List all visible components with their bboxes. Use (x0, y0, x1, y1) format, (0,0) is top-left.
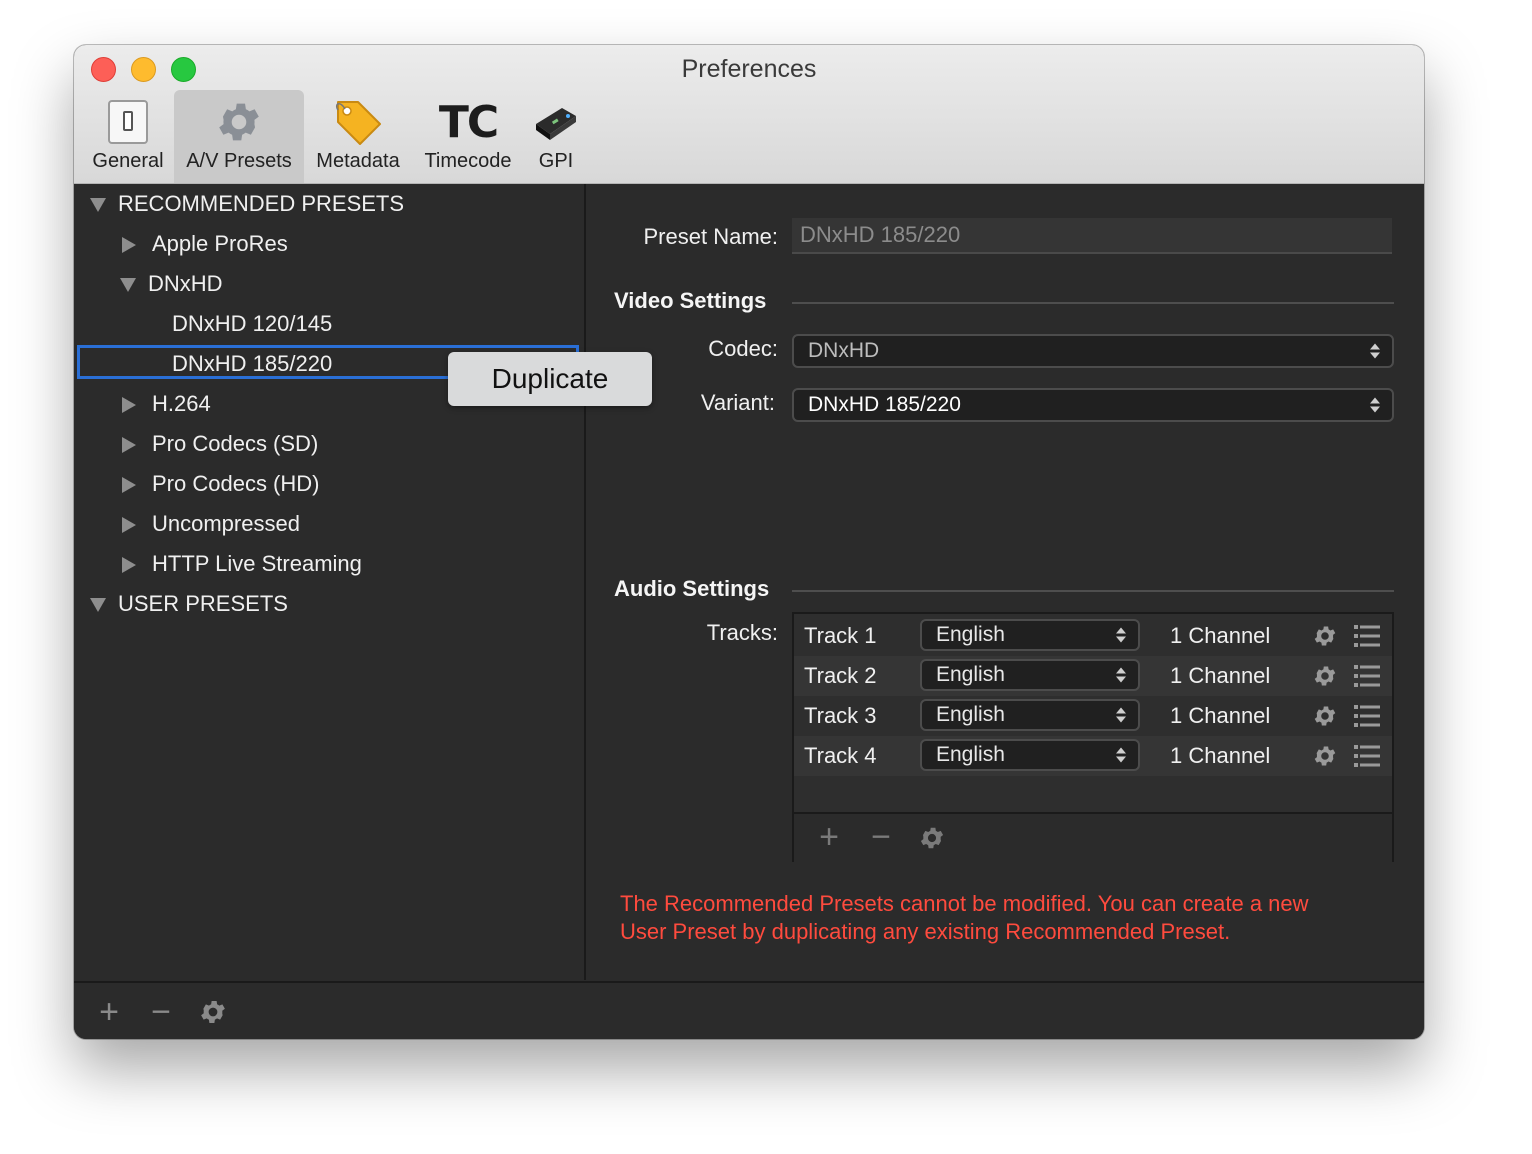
track-row[interactable]: Track 3 English 1 Channel (794, 696, 1392, 736)
track-row[interactable]: Track 4 English 1 Channel (794, 736, 1392, 776)
disclosure-right-icon[interactable] (122, 477, 136, 494)
recommended-presets-header[interactable]: RECOMMENDED PRESETS (90, 184, 404, 224)
tracks-footer: + − (794, 812, 1392, 862)
tree-item-h264[interactable]: H.264 (122, 384, 211, 424)
track-row[interactable]: Track 1 English 1 Channel (794, 616, 1392, 656)
read-only-warning: The Recommended Presets cannot be modifi… (620, 891, 1309, 944)
duplicate-tooltip[interactable]: Duplicate (448, 352, 652, 406)
channel-list-icon[interactable] (1354, 743, 1382, 769)
tc-icon: TC (418, 96, 518, 148)
track-channels: 1 Channel (1170, 663, 1271, 688)
remove-preset-button[interactable]: − (146, 995, 176, 1029)
track-language-popup[interactable]: English (920, 739, 1140, 771)
track-settings-gear-icon[interactable] (1312, 703, 1338, 729)
track-language-popup[interactable]: English (920, 699, 1140, 731)
add-preset-button[interactable]: + (94, 995, 124, 1029)
variant-popup[interactable]: DNxHD 185/220 (792, 388, 1394, 422)
toolbar-label: GPI (538, 150, 574, 172)
toolbar-label: Timecode (424, 150, 512, 172)
disclosure-down-icon[interactable] (120, 278, 136, 293)
toolbar-general[interactable]: General (84, 90, 172, 183)
tag-icon (308, 96, 408, 148)
track-channels: 1 Channel (1170, 623, 1271, 648)
add-track-button[interactable]: + (814, 820, 844, 854)
disclosure-right-icon[interactable] (122, 397, 136, 414)
toolbar-gpi[interactable]: GPI (526, 90, 586, 183)
popup-arrows-icon (1116, 628, 1126, 643)
toolbar-label: A/V Presets (186, 150, 292, 172)
tree-item-uncompressed[interactable]: Uncompressed (122, 504, 300, 544)
disclosure-right-icon[interactable] (122, 557, 136, 574)
tree-item-dnxhd-120-145[interactable]: DNxHD 120/145 (172, 304, 332, 344)
codec-popup[interactable]: DNxHD (792, 334, 1394, 368)
track-settings-gear-icon[interactable] (1312, 623, 1338, 649)
popup-arrows-icon (1116, 708, 1126, 723)
track-settings-gear-icon[interactable] (1312, 743, 1338, 769)
disclosure-down-icon[interactable] (90, 598, 106, 613)
divider (792, 302, 1394, 304)
preset-detail-pane: Preset Name: DNxHD 185/220 Video Setting… (586, 184, 1424, 980)
tree-item-http-live-streaming[interactable]: HTTP Live Streaming (122, 544, 362, 584)
title-bar: Preferences General A/V Presets Metadata… (74, 45, 1424, 184)
tree-item-dnxhd[interactable]: DNxHD (120, 264, 223, 304)
track-name: Track 4 (804, 743, 877, 768)
audio-settings-title: Audio Settings (614, 576, 770, 601)
channel-list-icon[interactable] (1354, 663, 1382, 689)
track-language-popup[interactable]: English (920, 659, 1140, 691)
codec-label: Codec: (708, 336, 778, 361)
track-channels: 1 Channel (1170, 703, 1271, 728)
disclosure-down-icon[interactable] (90, 198, 106, 213)
track-name: Track 3 (804, 703, 877, 728)
toolbar-metadata[interactable]: Metadata (308, 90, 408, 183)
disclosure-right-icon[interactable] (122, 437, 136, 454)
tracks-gear-icon[interactable] (918, 824, 946, 852)
preset-name-label: Preset Name: (643, 224, 779, 249)
track-name: Track 1 (804, 623, 877, 648)
preferences-window: Preferences General A/V Presets Metadata… (74, 45, 1424, 1039)
popup-arrows-icon (1116, 668, 1126, 683)
switch-icon (84, 96, 172, 148)
presets-sidebar: RECOMMENDED PRESETS Apple ProRes DNxHD D… (74, 184, 586, 980)
track-name: Track 2 (804, 663, 877, 688)
tree-item-dnxhd-185-220[interactable]: DNxHD 185/220 (172, 344, 332, 384)
preset-name-field[interactable]: DNxHD 185/220 (792, 218, 1392, 254)
gpi-box-icon (526, 96, 586, 148)
track-channels: 1 Channel (1170, 743, 1271, 768)
window-title: Preferences (681, 55, 817, 83)
preset-actions-gear-icon[interactable] (198, 997, 228, 1027)
disclosure-right-icon[interactable] (122, 517, 136, 534)
toolbar-label: Metadata (316, 150, 400, 172)
gear-icon (174, 96, 304, 148)
tracks-label: Tracks: (706, 620, 778, 645)
track-settings-gear-icon[interactable] (1312, 663, 1338, 689)
toolbar-av-presets[interactable]: A/V Presets (174, 90, 304, 183)
video-settings-title: Video Settings (614, 288, 767, 313)
toolbar-label: General (92, 150, 164, 172)
popup-arrows-icon (1370, 398, 1380, 413)
track-row[interactable]: Track 2 English 1 Channel (794, 656, 1392, 696)
remove-track-button[interactable]: − (866, 820, 896, 854)
user-presets-header[interactable]: USER PRESETS (90, 584, 288, 624)
tree-item-pro-codecs-sd[interactable]: Pro Codecs (SD) (122, 424, 318, 464)
channel-list-icon[interactable] (1354, 703, 1382, 729)
channel-list-icon[interactable] (1354, 623, 1382, 649)
tree-item-pro-codecs-hd[interactable]: Pro Codecs (HD) (122, 464, 319, 504)
sidebar-bottom-bar: + − (74, 981, 1424, 1039)
tc-icon-text: TC (438, 96, 499, 148)
divider (792, 590, 1394, 592)
variant-label: Variant: (700, 390, 775, 415)
popup-arrows-icon (1370, 344, 1380, 359)
popup-arrows-icon (1116, 748, 1126, 763)
toolbar-timecode[interactable]: TC Timecode (418, 90, 518, 183)
audio-tracks-table: Track 1 English 1 Channel Track 2 Englis… (792, 612, 1394, 862)
tree-item-apple-prores[interactable]: Apple ProRes (122, 224, 288, 264)
track-language-popup[interactable]: English (920, 619, 1140, 651)
disclosure-right-icon[interactable] (122, 237, 136, 254)
